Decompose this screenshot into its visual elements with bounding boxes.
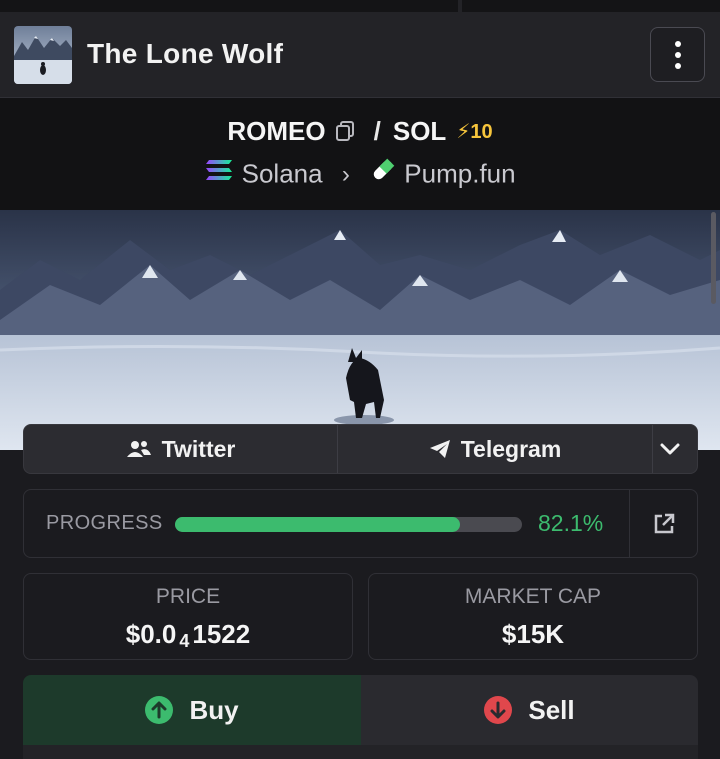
arrow-up-icon — [145, 696, 174, 724]
pill-icon — [369, 156, 397, 191]
price-label: PRICE — [155, 585, 221, 608]
more-vertical-icon-dot — [674, 51, 681, 58]
price-card: PRICE $0.0 4 1522 — [23, 573, 353, 660]
chevron-down-icon — [660, 443, 680, 455]
progress-track — [175, 517, 522, 532]
scrollbar[interactable] — [711, 212, 716, 304]
price-zero-count: 4 — [179, 631, 190, 651]
base-symbol: ROMEO — [227, 116, 326, 146]
token-title: The Lone Wolf — [87, 38, 284, 69]
token-header: The Lone Wolf — [0, 12, 720, 98]
lightning-icon: ⚡ — [456, 121, 471, 143]
expand-links-button[interactable] — [653, 425, 697, 473]
users-icon — [126, 441, 151, 457]
external-link-button[interactable] — [629, 490, 698, 557]
price-prefix: $0.0 — [125, 619, 177, 649]
market-cap-value: $15K — [501, 619, 565, 649]
trade-panel — [23, 745, 698, 759]
chain-breadcrumb: Solana › Pump.fun — [0, 158, 720, 193]
pair-info — [0, 98, 720, 210]
dex-link[interactable]: Pump.fun — [404, 158, 515, 188]
more-vertical-icon-dot — [674, 62, 681, 69]
token-avatar — [14, 26, 72, 84]
progress-fill — [175, 517, 460, 532]
telegram-button[interactable]: Telegram — [338, 425, 653, 473]
top-strip — [0, 0, 720, 12]
paper-plane-icon — [429, 440, 450, 458]
boost-count: 10 — [470, 121, 493, 143]
boost-badge[interactable]: ⚡10 — [456, 121, 492, 143]
arrow-down-icon — [484, 696, 513, 724]
sell-tab[interactable]: Sell — [361, 675, 698, 745]
pair-title: ROMEO / SOL ⚡10 — [0, 116, 720, 147]
chevron-right-icon: › — [341, 161, 350, 189]
tab-divider — [458, 0, 462, 12]
twitter-label: Twitter — [161, 435, 236, 462]
buy-label: Buy — [189, 694, 239, 725]
trade-tabs: Buy Sell — [23, 675, 698, 745]
copy-icon[interactable] — [334, 118, 356, 141]
quote-symbol: SOL — [392, 116, 447, 146]
twitter-button[interactable]: Twitter — [24, 425, 338, 473]
progress-percent: 82.1% — [538, 510, 604, 536]
progress-label: PROGRESS — [46, 512, 163, 534]
social-links: Twitter Telegram — [23, 424, 698, 474]
telegram-label: Telegram — [460, 435, 562, 462]
sell-label: Sell — [528, 694, 575, 725]
pair-separator: / — [373, 116, 381, 146]
market-cap-card: MARKET CAP $15K — [368, 573, 698, 660]
solana-icon — [204, 158, 234, 189]
external-link-icon — [654, 513, 675, 533]
buy-tab[interactable]: Buy — [23, 675, 361, 745]
token-banner-image — [0, 210, 720, 450]
chain-link[interactable]: Solana — [242, 158, 323, 188]
bonding-progress: PROGRESS 82.1% — [23, 489, 698, 558]
more-options-button[interactable] — [650, 27, 705, 82]
more-vertical-icon — [674, 40, 681, 47]
price-value: $0.0 4 1522 — [24, 619, 352, 651]
price-digits: 1522 — [192, 619, 251, 649]
market-cap-label: MARKET CAP — [464, 585, 602, 608]
